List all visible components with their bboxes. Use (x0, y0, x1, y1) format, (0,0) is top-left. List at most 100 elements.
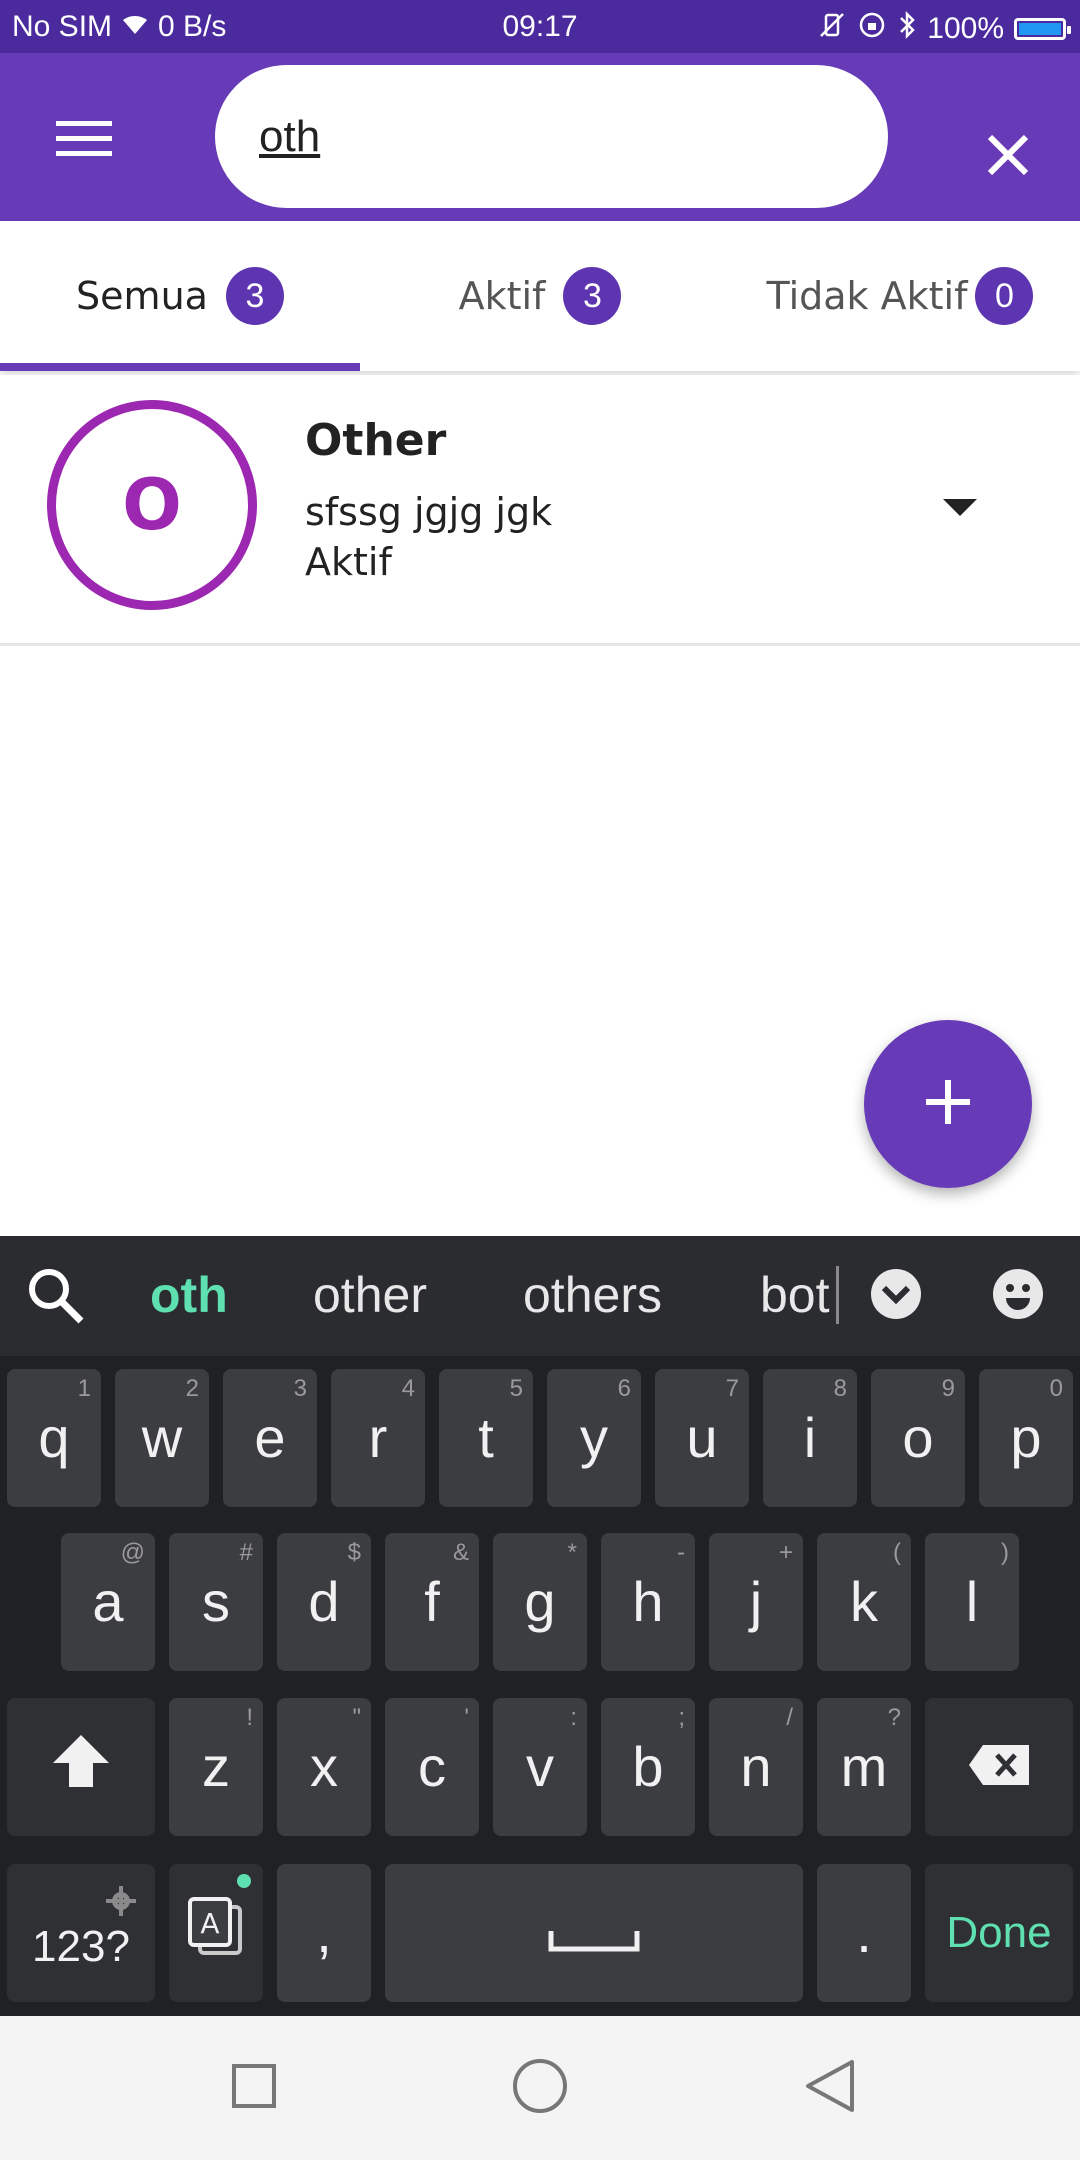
key-h[interactable]: -h (601, 1533, 695, 1671)
key-hint: & (452, 1539, 469, 1566)
key-u[interactable]: 7u (655, 1369, 749, 1507)
key-hint: 1 (77, 1375, 91, 1402)
key-a[interactable]: @ a (61, 1533, 155, 1671)
suggestion-item[interactable]: other (313, 1266, 427, 1324)
key-q[interactable]: 1q (7, 1369, 101, 1507)
key-i[interactable]: 8i (763, 1369, 857, 1507)
key-letter: d (308, 1570, 340, 1633)
item-description: sfssg jgjg jgk (305, 490, 553, 534)
key-j[interactable]: + j (709, 1533, 803, 1671)
recents-button[interactable] (218, 2052, 290, 2124)
keyboard-search-button[interactable] (20, 1262, 90, 1332)
key-letter: l (965, 1570, 979, 1633)
add-icon (924, 1078, 972, 1130)
key-letter: z (202, 1735, 230, 1798)
search-input[interactable] (259, 109, 819, 165)
key-x[interactable]: " x (277, 1698, 371, 1836)
battery-level (1019, 23, 1061, 35)
key-letter: . (856, 1901, 872, 1964)
key-w[interactable]: 2w (115, 1369, 209, 1507)
key-y[interactable]: 6y (547, 1369, 641, 1507)
key-p[interactable]: 0p (979, 1369, 1073, 1507)
item-status: Aktif (305, 540, 392, 584)
comma-key[interactable]: , (277, 1864, 371, 2002)
app-bar (0, 53, 1080, 221)
home-button[interactable] (504, 2052, 576, 2124)
key-v[interactable]: :v (493, 1698, 587, 1836)
suggestion-item[interactable]: others (523, 1266, 662, 1324)
avatar-letter: O (122, 464, 182, 546)
rotation-lock-icon (857, 10, 887, 48)
key-letter: t (478, 1406, 494, 1469)
search-icon (25, 1265, 85, 1329)
key-hint: 5 (509, 1375, 523, 1402)
item-title: Other (305, 415, 447, 466)
key-n[interactable]: / n (709, 1698, 803, 1836)
space-icon (548, 1901, 640, 1966)
key-letter: i (803, 1406, 817, 1469)
key-letter: e (254, 1406, 286, 1469)
tab-tidak-aktif[interactable]: Tidak Aktif 0 (720, 221, 1080, 371)
space-key[interactable] (385, 1864, 803, 2002)
backspace-key[interactable] (925, 1698, 1073, 1836)
key-r[interactable]: 4r (331, 1369, 425, 1507)
suggestion-item[interactable]: oth (150, 1266, 228, 1324)
suggestion-item[interactable]: bot (760, 1266, 839, 1324)
key-hint: 7 (725, 1375, 739, 1402)
add-button[interactable] (864, 1020, 1032, 1188)
key-letter: f (424, 1570, 440, 1633)
collapse-suggestions-button[interactable] (868, 1268, 924, 1324)
numbers-key[interactable]: 123? (7, 1864, 155, 2002)
key-hint: @ (120, 1539, 145, 1566)
search-box[interactable] (215, 65, 888, 208)
done-key[interactable]: Done (925, 1864, 1073, 2002)
key-hint: : (570, 1704, 577, 1731)
key-t[interactable]: 5t (439, 1369, 533, 1507)
tab-label: Aktif (458, 274, 546, 318)
clipboard-key[interactable]: A (169, 1864, 263, 2002)
settings-icon (105, 1878, 137, 1928)
key-hint: 8 (833, 1375, 847, 1402)
key-f[interactable]: & f (385, 1533, 479, 1671)
key-l[interactable]: ) l (925, 1533, 1019, 1671)
battery-icon (1014, 18, 1071, 40)
key-e[interactable]: 3e (223, 1369, 317, 1507)
expand-button[interactable] (930, 485, 990, 535)
battery-percent: 100% (927, 12, 1004, 45)
key-letter: o (902, 1406, 934, 1469)
key-hint: ? (887, 1704, 901, 1731)
key-c[interactable]: ' c (385, 1698, 479, 1836)
key-letter: c (418, 1735, 446, 1798)
key-hint: ( (893, 1539, 901, 1566)
shift-key[interactable] (7, 1698, 155, 1836)
navigation-bar (0, 2016, 1080, 2160)
soft-keyboard: oth other others bot 1q 2w 3e 4r 5t 6y 7… (0, 1236, 1080, 2016)
tab-count-badge: 3 (563, 267, 622, 325)
key-s[interactable]: # s (169, 1533, 263, 1671)
filter-tabs: Semua 3 Aktif 3 Tidak Aktif 0 (0, 221, 1080, 371)
key-o[interactable]: 9o (871, 1369, 965, 1507)
key-hint: - (677, 1539, 685, 1566)
key-d[interactable]: $ d (277, 1533, 371, 1671)
menu-button[interactable] (36, 93, 132, 189)
tab-semua[interactable]: Semua 3 (0, 221, 360, 371)
back-button[interactable] (794, 2052, 866, 2124)
key-k[interactable]: (k (817, 1533, 911, 1671)
square-icon (231, 2063, 277, 2113)
tab-aktif[interactable]: Aktif 3 (360, 221, 720, 371)
list-item[interactable]: O Other sfssg jgjg jgk Aktif (0, 375, 1080, 646)
key-m[interactable]: ? m (817, 1698, 911, 1836)
tab-label: Tidak Aktif (766, 274, 968, 318)
key-hint: * (567, 1539, 577, 1566)
key-hint: $ (347, 1539, 361, 1566)
clear-search-button[interactable] (960, 109, 1056, 205)
key-z[interactable]: ! z (169, 1698, 263, 1836)
clipboard-icon: A (188, 1896, 244, 1970)
bluetooth-icon (897, 10, 917, 48)
period-key[interactable]: . (817, 1864, 911, 2002)
key-g[interactable]: * g (493, 1533, 587, 1671)
key-hint: ; (678, 1704, 685, 1731)
triangle-back-icon (804, 2058, 856, 2118)
key-b[interactable]: ; b (601, 1698, 695, 1836)
emoji-button[interactable] (990, 1268, 1046, 1324)
